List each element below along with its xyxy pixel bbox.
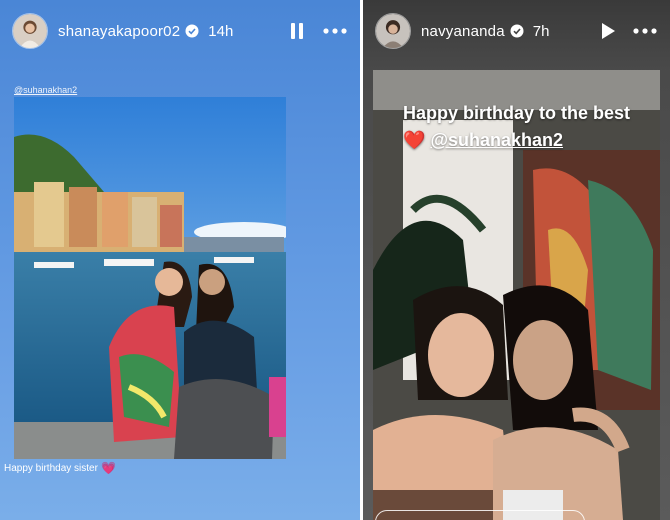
caption-text: Happy birthday to the best [403, 103, 631, 123]
story-photo [14, 97, 286, 459]
avatar[interactable] [375, 13, 411, 49]
pause-icon[interactable] [286, 20, 308, 42]
more-options-icon[interactable] [322, 20, 348, 42]
mention-sticker[interactable]: @suhanakhan2 [14, 85, 77, 95]
verified-badge-icon [185, 24, 199, 38]
heart-icon: 💗 [100, 461, 116, 475]
avatar[interactable] [12, 13, 48, 49]
story-panel-left[interactable]: shanayakapoor02 14h @suhanakhan2 Happy b… [0, 0, 360, 520]
story-caption: Happy birthday sister 💗 [4, 461, 116, 475]
caption-text: Happy birthday sister [4, 462, 98, 474]
play-icon[interactable] [596, 20, 618, 42]
story-caption: Happy birthday to the best ❤️ @suhanakha… [403, 100, 630, 154]
heart-icon: ❤️ [403, 130, 426, 150]
story-panel-right[interactable]: navyananda 7h Happy birthday to the best… [363, 0, 670, 520]
story-time: 7h [532, 22, 550, 40]
caption-mention[interactable]: @suhanakhan2 [430, 130, 563, 150]
story-header-left: shanayakapoor02 14h [0, 0, 360, 62]
verified-badge-icon [510, 24, 524, 38]
username[interactable]: shanayakapoor02 [58, 23, 180, 40]
story-header-right: navyananda 7h [363, 0, 670, 62]
reply-input[interactable] [375, 510, 585, 520]
username[interactable]: navyananda [421, 23, 505, 40]
more-options-icon[interactable] [632, 20, 658, 42]
story-time: 14h [208, 22, 234, 40]
